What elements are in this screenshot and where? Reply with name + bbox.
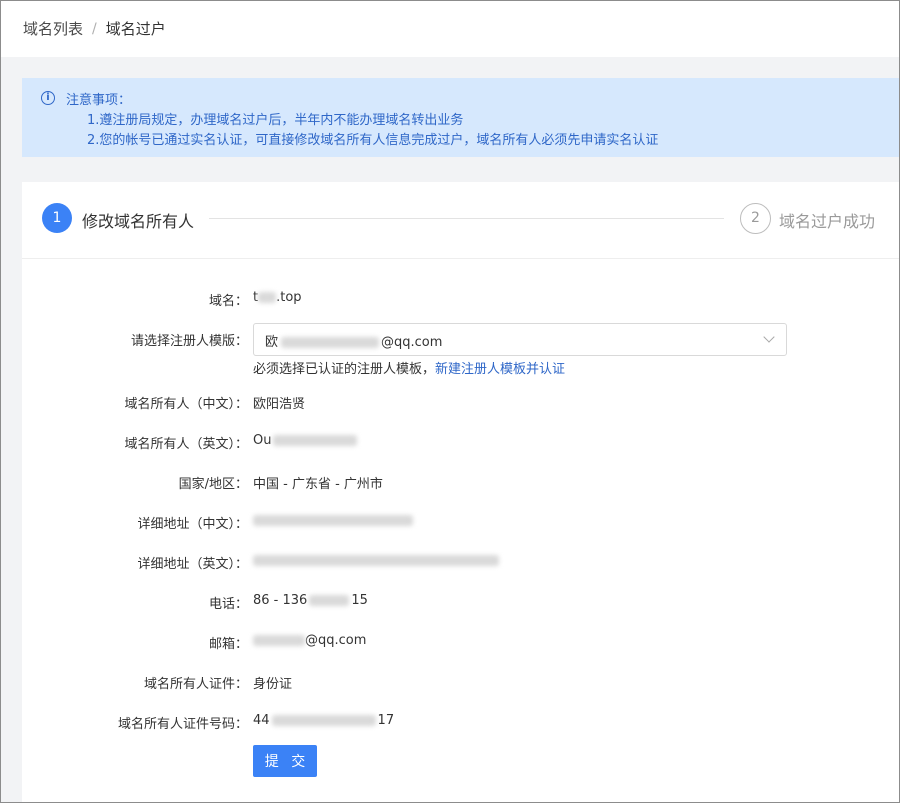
notice-title: 注意事项： <box>66 93 132 108</box>
breadcrumb: 域名列表 / 域名过户 <box>23 18 166 39</box>
domain-row: 域名： t .top <box>22 290 899 310</box>
addr-en-row: 详细地址（英文）： <box>22 553 899 573</box>
redacted-blur <box>281 337 380 348</box>
addr-cn-value <box>253 513 413 528</box>
id-type-label: 域名所有人证件： <box>143 677 248 692</box>
page-header: 域名列表 / 域名过户 <box>1 1 899 57</box>
addr-cn-row: 详细地址（中文）： <box>22 513 899 533</box>
template-select[interactable]: 欧 @qq.com <box>253 323 787 356</box>
step-2-label: 域名过户成功 <box>779 212 876 231</box>
notice-line-2: 2.您的帐号已通过实名认证，可直接修改域名所有人信息完成过户，域名所有人必须先申… <box>87 133 659 148</box>
region-value: 中国 - 广东省 - 广州市 <box>253 477 383 492</box>
app-frame: 域名列表 / 域名过户 i 注意事项： 1.遵注册局规定，办理域名过户后，半年内… <box>0 0 900 803</box>
email-value: @qq.com <box>253 633 366 648</box>
submit-button[interactable]: 提 交 <box>253 745 317 777</box>
id-number-value: 44 17 <box>253 713 394 728</box>
breadcrumb-separator: / <box>92 20 97 37</box>
redacted-blur <box>258 292 277 303</box>
redacted-blur <box>309 595 350 606</box>
email-label: 邮箱： <box>208 637 248 652</box>
id-number-label: 域名所有人证件号码： <box>117 717 248 732</box>
email-row: 邮箱： @qq.com <box>22 633 899 653</box>
phone-row: 电话： 86 - 136 15 <box>22 593 899 613</box>
domain-value: t .top <box>253 290 302 305</box>
template-label: 请选择注册人模版： <box>130 334 248 349</box>
notice-box: i 注意事项： 1.遵注册局规定，办理域名过户后，半年内不能办理域名转出业务 2… <box>22 78 899 157</box>
phone-suffix: 15 <box>351 593 368 608</box>
owner-en-prefix: Ou <box>253 433 272 448</box>
notice-line-1: 1.遵注册局规定，办理域名过户后，半年内不能办理域名转出业务 <box>87 113 464 128</box>
region-row: 国家/地区： 中国 - 广东省 - 广州市 <box>22 473 899 493</box>
owner-cn-label: 域名所有人（中文）： <box>124 397 248 412</box>
owner-en-value: Ou <box>253 433 358 448</box>
redacted-blur <box>253 555 499 566</box>
breadcrumb-domain-transfer: 域名过户 <box>105 20 166 38</box>
addr-en-label: 详细地址（英文）： <box>137 557 248 572</box>
owner-en-label: 域名所有人（英文）： <box>124 437 248 452</box>
id-number-suffix: 17 <box>377 713 395 728</box>
info-icon: i <box>41 91 55 105</box>
breadcrumb-domain-list[interactable]: 域名列表 <box>23 18 83 39</box>
redacted-blur <box>273 435 358 446</box>
owner-cn-value: 欧阳浩贤 <box>253 397 306 412</box>
step-connector <box>209 218 724 219</box>
id-number-prefix: 44 <box>253 713 270 728</box>
steps-bar: 1 修改域名所有人 2 域名过户成功 <box>22 182 899 259</box>
phone-value: 86 - 136 15 <box>253 593 368 608</box>
step-1-label: 修改域名所有人 <box>82 212 195 231</box>
template-hint-text: 必须选择已认证的注册人模板， <box>253 362 436 377</box>
template-prefix: 欧 <box>265 335 279 350</box>
step-2-circle: 2 <box>740 203 771 234</box>
phone-prefix: 86 - 136 <box>253 593 308 608</box>
transfer-panel: 1 修改域名所有人 2 域名过户成功 域名： t .top 请选择注册人模版： 欧… <box>22 182 899 802</box>
template-suffix: @qq.com <box>381 335 443 350</box>
id-type-value: 身份证 <box>253 677 293 692</box>
id-type-row: 域名所有人证件： 身份证 <box>22 673 899 693</box>
region-label: 国家/地区： <box>178 477 248 492</box>
owner-cn-row: 域名所有人（中文）： 欧阳浩贤 <box>22 393 899 413</box>
addr-en-value <box>253 553 499 568</box>
chevron-down-icon <box>763 331 775 343</box>
template-hint: 必须选择已认证的注册人模板，新建注册人模板并认证 <box>253 358 565 377</box>
step-1-circle: 1 <box>42 203 72 233</box>
id-number-row: 域名所有人证件号码： 44 17 <box>22 713 899 733</box>
email-suffix: @qq.com <box>305 633 367 648</box>
redacted-blur <box>253 515 413 526</box>
redacted-blur <box>271 715 376 726</box>
phone-label: 电话： <box>208 597 248 612</box>
addr-cn-label: 详细地址（中文）： <box>137 517 248 532</box>
domain-suffix: .top <box>276 290 302 305</box>
domain-label: 域名： <box>208 294 248 309</box>
new-template-link[interactable]: 新建注册人模板并认证 <box>435 362 565 377</box>
redacted-blur <box>253 635 305 646</box>
owner-en-row: 域名所有人（英文）： Ou <box>22 433 899 453</box>
template-selected-value: 欧 @qq.com <box>265 331 442 350</box>
